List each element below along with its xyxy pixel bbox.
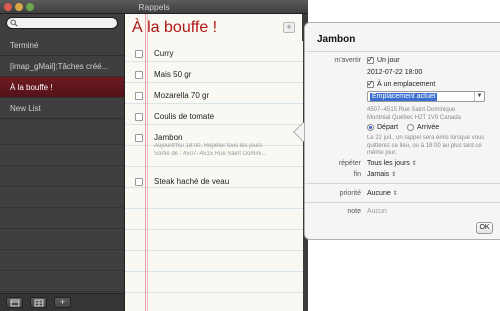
search-field[interactable] <box>6 17 118 29</box>
sidebar-item-label: À la bouffe ! <box>10 83 53 92</box>
address-line-2: Montréal Québec H2T 1V9 Canada <box>367 115 461 121</box>
priority-label: priorité <box>339 190 361 197</box>
date-field[interactable]: 2012-07-22 18:00 <box>367 69 422 76</box>
arrive-label: Arrivée <box>417 124 440 131</box>
reminder-checkbox[interactable] <box>135 178 143 186</box>
end-label: fin <box>353 171 361 178</box>
sidebar-item-completed[interactable]: Terminé <box>0 35 124 56</box>
reminder-checkbox[interactable] <box>135 50 143 58</box>
address-line-1: 4507–4515 Rue Saint Dominique <box>367 107 456 113</box>
divider <box>305 183 500 184</box>
reminder-lists: Terminé [imap_gMail]:Tâches créé... À la… <box>0 35 124 119</box>
reminder-text[interactable]: Curry <box>154 49 174 58</box>
popover-title: Jambon <box>317 34 356 45</box>
sidebar-background-lines <box>0 124 124 302</box>
at-location-checkbox[interactable] <box>367 79 374 88</box>
remind-label: m'avertir <box>334 57 361 64</box>
grid-view-button[interactable] <box>30 297 47 308</box>
priority-select[interactable]: Aucune ⇕ <box>367 190 398 197</box>
reminders-list: Curry Mais 50 gr Mozarella 70 gr Coulis … <box>125 44 303 193</box>
list-item-selected[interactable]: Jambon Aujourd'hui 18:00, Répéter tous l… <box>125 128 303 172</box>
divider <box>305 51 500 52</box>
sidebar-bottom-bar: + <box>0 293 124 311</box>
reminder-text[interactable]: Mais 50 gr <box>154 70 191 79</box>
reminder-text[interactable]: Mozarella 70 gr <box>154 91 209 100</box>
depart-radio[interactable] <box>367 124 374 131</box>
reminder-schedule: Aujourd'hui 18:00, Répéter tous les jour… <box>154 143 263 149</box>
stepper-icon: ⇕ <box>391 172 397 178</box>
window-title: Rappels <box>138 2 170 12</box>
sidebar-item-gmail-tasks[interactable]: [imap_gMail]:Tâches créé... <box>0 56 124 77</box>
reminder-text[interactable]: Steak haché de veau <box>154 177 229 186</box>
list-item[interactable]: Mozarella 70 gr <box>125 86 303 107</box>
end-select[interactable]: Jamais ⇕ <box>367 171 396 178</box>
on-day-label: Un jour <box>377 57 400 64</box>
reminder-checkbox[interactable] <box>135 71 143 79</box>
calendar-icon <box>10 299 19 307</box>
depart-label: Départ <box>377 124 399 131</box>
reminder-checkbox[interactable] <box>135 113 143 121</box>
sidebar: Terminé [imap_gMail]:Tâches créé... À la… <box>0 14 124 311</box>
note-label: note <box>347 208 361 215</box>
repeat-select[interactable]: Tous les jours ⇕ <box>367 160 417 167</box>
show-calendar-button[interactable] <box>6 297 23 308</box>
title-bar[interactable]: Rappels <box>0 0 308 14</box>
on-day-checkbox[interactable] <box>367 55 374 64</box>
location-select-value: Emplacement actuel <box>370 93 438 101</box>
sidebar-item-new-list[interactable]: New List <box>0 98 124 119</box>
add-list-button[interactable]: + <box>54 297 71 308</box>
note-field[interactable]: Aucun <box>367 208 387 215</box>
reminder-location: Sortie de : 4507–4515 Rue Saint Domini..… <box>154 151 267 157</box>
list-title: À la bouffe ! <box>132 19 218 36</box>
sidebar-item-label: New List <box>10 104 41 113</box>
repeat-label: répéter <box>338 160 361 167</box>
search-input[interactable] <box>19 18 115 28</box>
chevron-down-icon: ▼ <box>474 92 484 101</box>
search-icon <box>10 19 18 27</box>
stepper-icon: ⇕ <box>392 191 398 197</box>
list-item[interactable]: Mais 50 gr <box>125 65 303 86</box>
divider <box>305 202 500 203</box>
reminder-text[interactable]: Jambon <box>154 133 182 142</box>
grid-icon <box>34 299 43 307</box>
stepper-icon: ⇕ <box>411 161 417 167</box>
arrive-radio[interactable] <box>407 124 414 131</box>
location-select[interactable]: Emplacement actuel ▼ <box>367 91 485 102</box>
list-item[interactable]: Curry <box>125 44 303 65</box>
list-item[interactable]: Coulis de tomate <box>125 107 303 128</box>
sidebar-item-label: Terminé <box>10 41 39 50</box>
reminder-list-paper: À la bouffe ! + Curry Mais 50 gr Mozarel… <box>124 14 303 311</box>
repeat-value: Tous les jours <box>367 160 410 167</box>
list-item[interactable]: Steak haché de veau <box>125 172 303 193</box>
sidebar-item-a-la-bouffe[interactable]: À la bouffe ! <box>0 77 124 98</box>
reminder-text[interactable]: Coulis de tomate <box>154 112 214 121</box>
at-location-label: À un emplacement <box>377 81 436 88</box>
ok-button[interactable]: OK <box>476 222 493 234</box>
priority-value: Aucune <box>367 190 391 197</box>
reminder-details-popover: Jambon m'avertir Un jour 2012-07-22 18:0… <box>304 22 500 240</box>
sidebar-item-label: [imap_gMail]:Tâches créé... <box>10 62 109 71</box>
reminders-window: Rappels Terminé [imap_gMail]:Tâches créé… <box>0 0 308 311</box>
end-value: Jamais <box>367 171 390 178</box>
add-reminder-button[interactable]: + <box>283 22 295 33</box>
location-info-text: Le 22 juil., un rappel sera émis lorsque… <box>367 135 485 156</box>
reminder-checkbox[interactable] <box>135 134 143 142</box>
reminder-checkbox[interactable] <box>135 92 143 100</box>
